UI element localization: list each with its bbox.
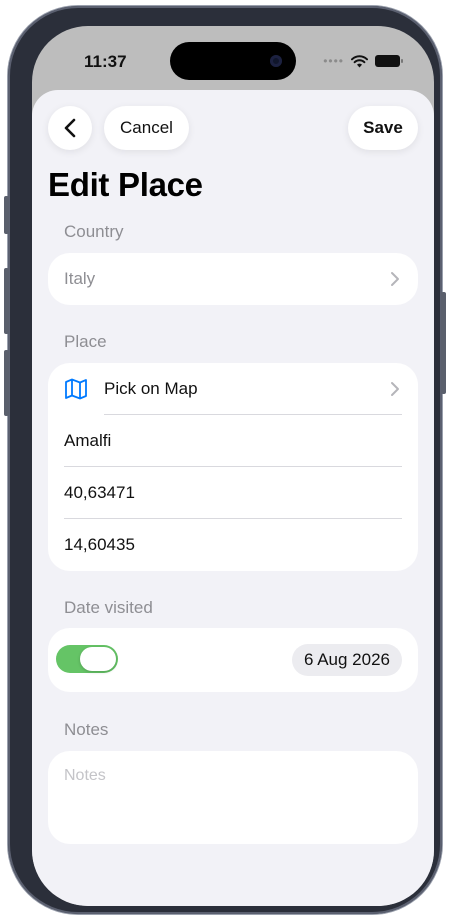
volume-down-button <box>4 350 9 416</box>
country-card: Italy <box>48 253 418 305</box>
place-name-field[interactable]: Amalfi <box>48 415 418 467</box>
toggle-knob <box>80 647 116 671</box>
chevron-right-icon <box>391 382 399 396</box>
action-button <box>4 196 9 234</box>
date-value: 6 Aug 2026 <box>303 650 390 669</box>
page-title: Edit Place <box>48 166 203 203</box>
notes-field[interactable]: Notes <box>48 751 418 844</box>
chevron-right-icon <box>391 272 399 286</box>
latitude-field[interactable]: 40,63471 <box>48 467 418 519</box>
battery-icon <box>375 55 403 67</box>
chevron-left-icon <box>64 118 76 138</box>
screen: 11:37 •••• Cancel Save Edit Place Countr… <box>32 26 434 906</box>
phone-frame: 11:37 •••• Cancel Save Edit Place Countr… <box>4 6 446 914</box>
edit-place-sheet: Cancel Save Edit Place Country Italy Pla… <box>32 90 434 906</box>
notes-placeholder: Notes <box>64 767 106 784</box>
date-visited-section-label: Date visited <box>64 598 153 617</box>
pick-on-map-label: Pick on Map <box>104 379 198 398</box>
volume-up-button <box>4 268 9 334</box>
save-button[interactable]: Save <box>348 106 418 150</box>
longitude-value: 14,60435 <box>64 535 135 554</box>
map-icon <box>65 378 87 400</box>
place-section-label: Place <box>64 332 107 351</box>
place-name-value: Amalfi <box>64 431 112 450</box>
latitude-value: 40,63471 <box>64 483 135 502</box>
wifi-icon <box>351 54 368 67</box>
status-time: 11:37 <box>84 52 127 71</box>
longitude-field[interactable]: 14,60435 <box>48 519 418 571</box>
back-button[interactable] <box>48 106 92 150</box>
country-section-label: Country <box>64 222 124 241</box>
status-bar: 11:37 •••• <box>32 26 434 96</box>
country-picker[interactable]: Italy <box>48 253 418 305</box>
dynamic-island <box>170 42 296 80</box>
date-picker-button[interactable]: 6 Aug 2026 <box>291 644 402 676</box>
camera-icon <box>270 55 282 67</box>
signal-icon: •••• <box>323 54 344 68</box>
place-card: Pick on Map Amalfi 40,63471 14,60435 <box>48 363 418 571</box>
status-icons: •••• <box>323 54 403 68</box>
date-visited-toggle[interactable] <box>56 645 118 673</box>
pick-on-map-row[interactable]: Pick on Map <box>48 363 418 415</box>
notes-section-label: Notes <box>64 720 109 739</box>
power-button <box>441 292 446 394</box>
country-value: Italy <box>64 269 96 288</box>
date-visited-card: 6 Aug 2026 <box>48 628 418 692</box>
cancel-button[interactable]: Cancel <box>104 106 189 150</box>
